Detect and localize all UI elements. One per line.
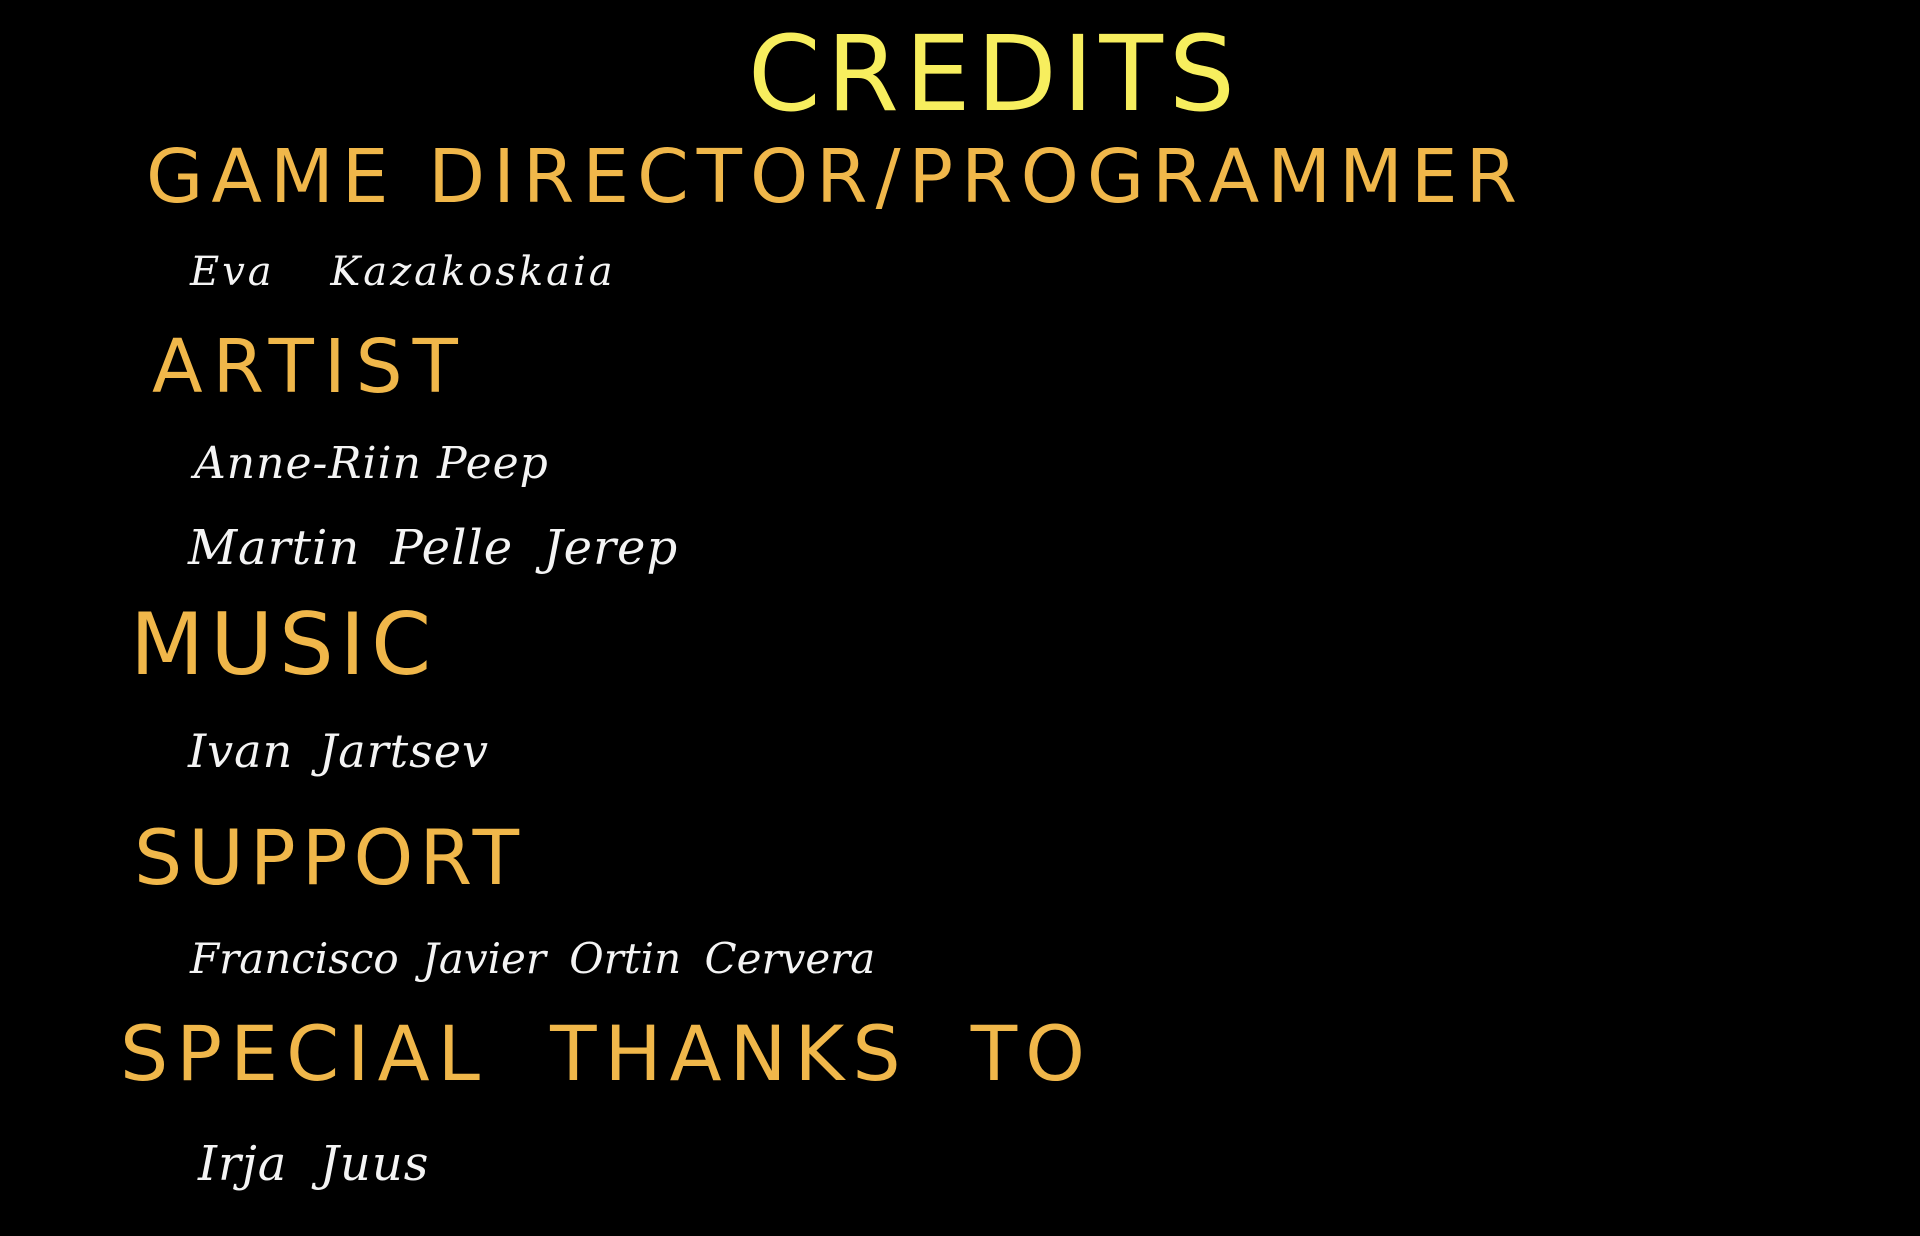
section-heading: SPECIAL THANKS TO — [120, 1009, 1093, 1098]
credit-name: Irja Juus — [198, 1136, 430, 1192]
section-heading: ARTIST — [152, 324, 468, 410]
credit-name: Francisco Javier Ortin Cervera — [190, 934, 876, 983]
credits-screen: CREDITS GAME DIRECTOR/PROGRAMMER Eva Kaz… — [0, 0, 1920, 1236]
credit-name: Eva Kazakoskaia — [190, 249, 616, 295]
section-heading: SUPPORT — [134, 813, 526, 902]
section-heading: GAME DIRECTOR/PROGRAMMER — [146, 134, 1526, 220]
section-heading: MUSIC — [130, 595, 438, 695]
credits-title: CREDITS — [748, 13, 1241, 135]
credit-name: Ivan Jartsev — [188, 724, 489, 778]
credit-name: Anne-Riin Peep — [194, 438, 549, 489]
credit-name: Martin Pelle Jerep — [188, 520, 679, 576]
